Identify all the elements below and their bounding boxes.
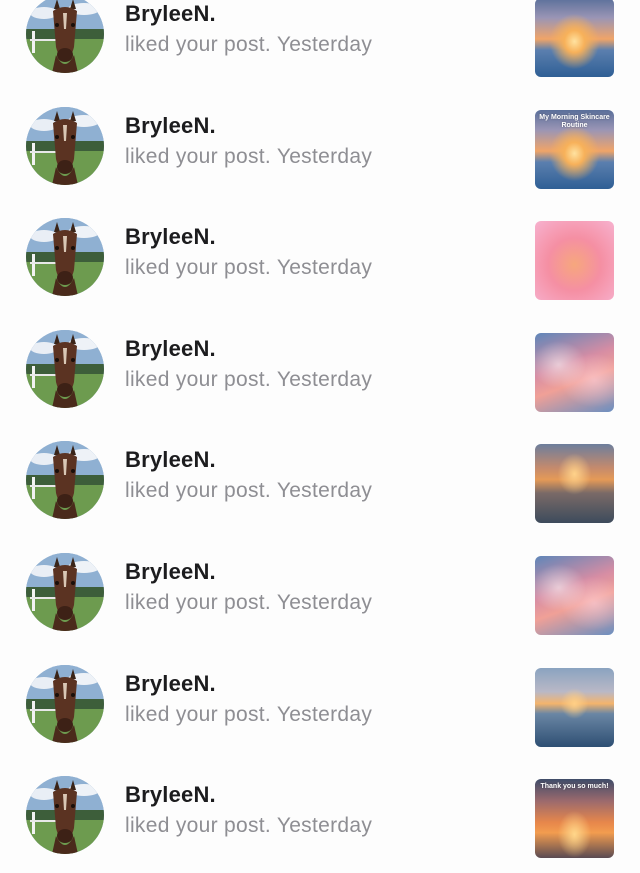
horse-avatar-icon <box>26 329 104 408</box>
post-thumbnail[interactable] <box>535 332 614 412</box>
user-avatar[interactable] <box>26 664 104 743</box>
activity-text: liked your post. Yesterday <box>125 812 372 840</box>
post-thumbnail[interactable]: Thank you so much! <box>535 779 614 859</box>
activity-time: Yesterday <box>276 367 373 391</box>
horse-avatar-icon <box>26 664 104 743</box>
activity-time: Yesterday <box>276 702 373 726</box>
notification-text: BryleeN. liked your post. Yesterday <box>125 558 372 617</box>
horse-avatar-icon <box>26 0 104 73</box>
user-avatar[interactable] <box>26 441 104 520</box>
notification-text: BryleeN. liked your post. Yesterday <box>125 112 372 171</box>
notification-text: BryleeN. liked your post. Yesterday <box>125 781 372 840</box>
notification-row[interactable]: BryleeN. liked your post. Yesterday Than… <box>0 761 640 873</box>
notification-text: BryleeN. liked your post. Yesterday <box>125 670 372 729</box>
username[interactable]: BryleeN. <box>125 446 372 474</box>
username[interactable]: BryleeN. <box>125 781 372 809</box>
activity-text: liked your post. Yesterday <box>125 477 372 505</box>
post-thumbnail[interactable]: My Morning Skincare Routine <box>535 109 614 189</box>
activity-time: Yesterday <box>276 590 373 614</box>
post-thumbnail[interactable] <box>535 0 614 77</box>
notification-row[interactable]: BryleeN. liked your post. Yesterday <box>0 315 640 427</box>
notification-row[interactable]: BryleeN. liked your post. Yesterday <box>0 0 640 92</box>
user-avatar[interactable] <box>26 218 104 297</box>
notification-row[interactable]: BryleeN. liked your post. Yesterday <box>0 538 640 650</box>
notification-list: BryleeN. liked your post. Yesterday Bryl… <box>0 0 640 873</box>
activity-action: liked your post. <box>125 256 272 280</box>
activity-action: liked your post. <box>125 479 272 503</box>
post-thumbnail[interactable] <box>535 444 614 524</box>
activity-time: Yesterday <box>276 814 373 838</box>
username[interactable]: BryleeN. <box>125 223 372 251</box>
activity-time: Yesterday <box>276 33 373 56</box>
username[interactable]: BryleeN. <box>125 670 372 698</box>
notification-row[interactable]: BryleeN. liked your post. Yesterday <box>0 650 640 762</box>
activity-action: liked your post. <box>125 33 272 56</box>
activity-text: liked your post. Yesterday <box>125 701 372 729</box>
notification-row[interactable]: BryleeN. liked your post. Yesterday <box>0 203 640 315</box>
horse-avatar-icon <box>26 441 104 520</box>
user-avatar[interactable] <box>26 106 104 185</box>
activity-action: liked your post. <box>125 367 272 391</box>
notification-row[interactable]: BryleeN. liked your post. Yesterday <box>0 426 640 538</box>
notification-text: BryleeN. liked your post. Yesterday <box>125 223 372 282</box>
user-avatar[interactable] <box>26 552 104 631</box>
activity-text: liked your post. Yesterday <box>125 143 372 171</box>
horse-avatar-icon <box>26 552 104 631</box>
activity-action: liked your post. <box>125 702 272 726</box>
notification-text: BryleeN. liked your post. Yesterday <box>125 0 372 59</box>
user-avatar[interactable] <box>26 0 104 73</box>
user-avatar[interactable] <box>26 329 104 408</box>
activity-action: liked your post. <box>125 814 272 838</box>
activity-time: Yesterday <box>276 256 373 280</box>
activity-text: liked your post. Yesterday <box>125 254 372 282</box>
notification-text: BryleeN. liked your post. Yesterday <box>125 446 372 505</box>
user-avatar[interactable] <box>26 776 104 855</box>
post-thumbnail[interactable] <box>535 221 614 301</box>
horse-avatar-icon <box>26 106 104 185</box>
username[interactable]: BryleeN. <box>125 112 372 140</box>
post-thumbnail[interactable] <box>535 667 614 747</box>
thumbnail-caption: Thank you so much! <box>540 783 609 791</box>
horse-avatar-icon <box>26 218 104 297</box>
activity-text: liked your post. Yesterday <box>125 31 372 59</box>
activity-action: liked your post. <box>125 144 272 168</box>
username[interactable]: BryleeN. <box>125 335 372 363</box>
notification-row[interactable]: BryleeN. liked your post. Yesterday My M… <box>0 92 640 204</box>
username[interactable]: BryleeN. <box>125 0 372 28</box>
activity-text: liked your post. Yesterday <box>125 589 372 617</box>
activity-time: Yesterday <box>276 479 373 503</box>
activity-action: liked your post. <box>125 590 272 614</box>
activity-time: Yesterday <box>276 144 373 168</box>
post-thumbnail[interactable] <box>535 555 614 635</box>
notification-text: BryleeN. liked your post. Yesterday <box>125 335 372 394</box>
username[interactable]: BryleeN. <box>125 558 372 586</box>
horse-avatar-icon <box>26 776 104 855</box>
activity-text: liked your post. Yesterday <box>125 366 372 394</box>
thumbnail-caption: My Morning Skincare Routine <box>539 113 610 129</box>
